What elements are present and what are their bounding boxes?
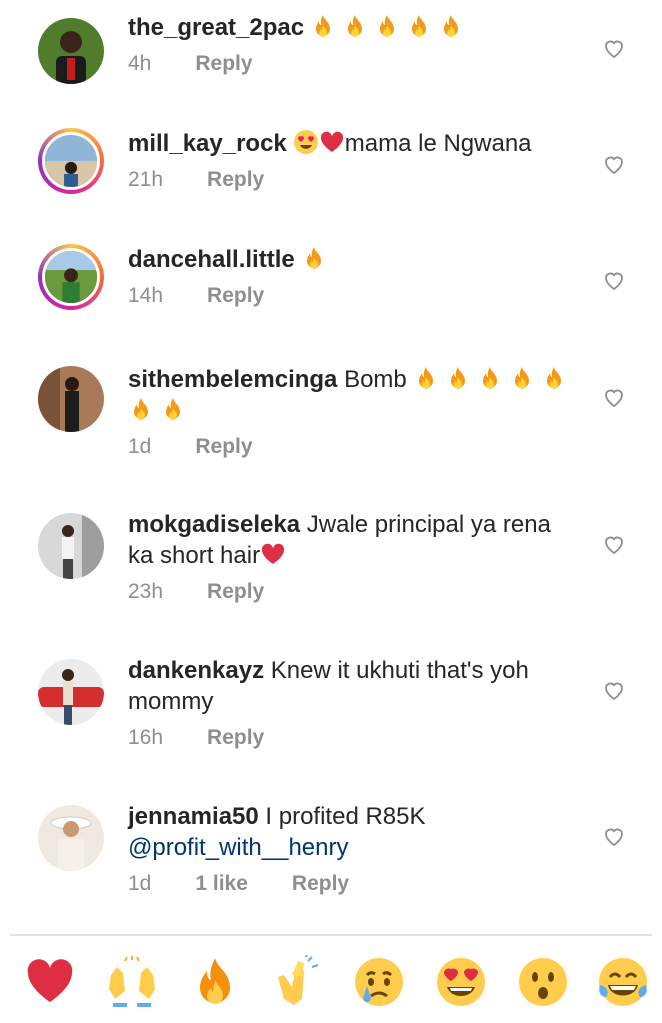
like-heart-icon[interactable]	[602, 385, 626, 409]
clapping-hands-icon[interactable]	[270, 955, 324, 1009]
likes-count[interactable]: 1 like	[195, 872, 248, 895]
comment-meta: 14h Reply	[128, 283, 578, 309]
red-heart-icon[interactable]	[23, 955, 77, 1009]
comment-body: I profited R85K	[265, 803, 426, 830]
fire-icon	[128, 396, 154, 422]
comment-time: 23h	[128, 580, 164, 603]
divider	[10, 934, 652, 936]
comment-text: mokgadiseleka Jwale principal ya rena ka…	[128, 509, 578, 571]
reply-button[interactable]: Reply	[207, 284, 264, 307]
red-heart-icon	[260, 541, 286, 567]
comment-text: sithembelemcinga Bomb	[128, 364, 578, 426]
heart-eyes-icon[interactable]	[434, 955, 488, 1009]
raising-hands-icon[interactable]	[105, 955, 159, 1009]
reply-button[interactable]: Reply	[207, 580, 264, 603]
comment-username[interactable]: dankenkayz	[128, 657, 264, 684]
like-heart-icon[interactable]	[602, 268, 626, 292]
reply-button[interactable]: Reply	[195, 435, 252, 458]
fire-icon	[541, 365, 567, 391]
crying-face-icon[interactable]	[352, 955, 406, 1009]
comment-meta: 1d 1 like Reply	[128, 871, 578, 897]
heart-eyes-icon	[293, 129, 319, 155]
fire-icon	[406, 13, 432, 39]
comment-time: 4h	[128, 52, 152, 75]
comment-username[interactable]: sithembelemcinga	[128, 366, 337, 393]
red-heart-icon	[319, 129, 345, 155]
comment-meta: 1d Reply	[128, 434, 578, 460]
fire-icon	[438, 13, 464, 39]
comment-time: 1d	[128, 872, 152, 895]
comment-body: mama le Ngwana	[344, 130, 532, 157]
fire-icon	[342, 13, 368, 39]
fire-icon	[413, 365, 439, 391]
comment-username[interactable]: dancehall.little	[128, 246, 295, 273]
fire-icon	[374, 13, 400, 39]
comment-time: 21h	[128, 168, 164, 191]
like-heart-icon[interactable]	[602, 824, 626, 848]
comment-username[interactable]: mill_kay_rock	[128, 130, 287, 157]
comment-meta: 21h Reply	[128, 167, 578, 193]
fire-icon	[477, 365, 503, 391]
like-heart-icon[interactable]	[602, 678, 626, 702]
avatar[interactable]	[38, 128, 104, 194]
comment-text: the_great_2pac	[128, 12, 578, 43]
avatar[interactable]	[38, 244, 104, 310]
avatar[interactable]	[38, 805, 104, 871]
comment-time: 16h	[128, 726, 164, 749]
like-heart-icon[interactable]	[602, 36, 626, 60]
comment-username[interactable]: mokgadiseleka	[128, 511, 300, 538]
fire-icon	[445, 365, 471, 391]
fire-icon[interactable]	[188, 955, 242, 1009]
comment-body: Bomb	[344, 366, 407, 393]
reply-button[interactable]: Reply	[207, 168, 264, 191]
comment-text: dancehall.little	[128, 244, 578, 275]
comment-time: 1d	[128, 435, 152, 458]
like-heart-icon[interactable]	[602, 532, 626, 556]
avatar[interactable]	[38, 513, 104, 579]
avatar[interactable]	[38, 659, 104, 725]
comment-text: jennamia50 I profited R85K @profit_with__…	[128, 801, 578, 863]
avatar[interactable]	[38, 18, 104, 84]
astonished-face-icon[interactable]	[516, 955, 570, 1009]
comment-meta: 16h Reply	[128, 725, 578, 751]
reply-button[interactable]: Reply	[207, 726, 264, 749]
comment-text: dankenkayz Knew it ukhuti that's yoh mom…	[128, 655, 578, 717]
comment-meta: 4h Reply	[128, 51, 578, 77]
fire-icon	[310, 13, 336, 39]
comment-time: 14h	[128, 284, 164, 307]
fire-icon	[160, 396, 186, 422]
reply-button[interactable]: Reply	[195, 52, 252, 75]
fire-icon	[509, 365, 535, 391]
avatar[interactable]	[38, 366, 104, 432]
like-heart-icon[interactable]	[602, 152, 626, 176]
comment-meta: 23h Reply	[128, 579, 578, 605]
quick-reactions-bar	[0, 952, 662, 1012]
mention-link[interactable]: @profit_with__henry	[128, 834, 348, 861]
reply-button[interactable]: Reply	[292, 872, 349, 895]
comment-username[interactable]: jennamia50	[128, 803, 259, 830]
fire-icon	[301, 245, 327, 271]
tears-of-joy-icon[interactable]	[596, 955, 650, 1009]
comment-username[interactable]: the_great_2pac	[128, 14, 304, 41]
comment-text: mill_kay_rock mama le Ngwana	[128, 128, 578, 159]
